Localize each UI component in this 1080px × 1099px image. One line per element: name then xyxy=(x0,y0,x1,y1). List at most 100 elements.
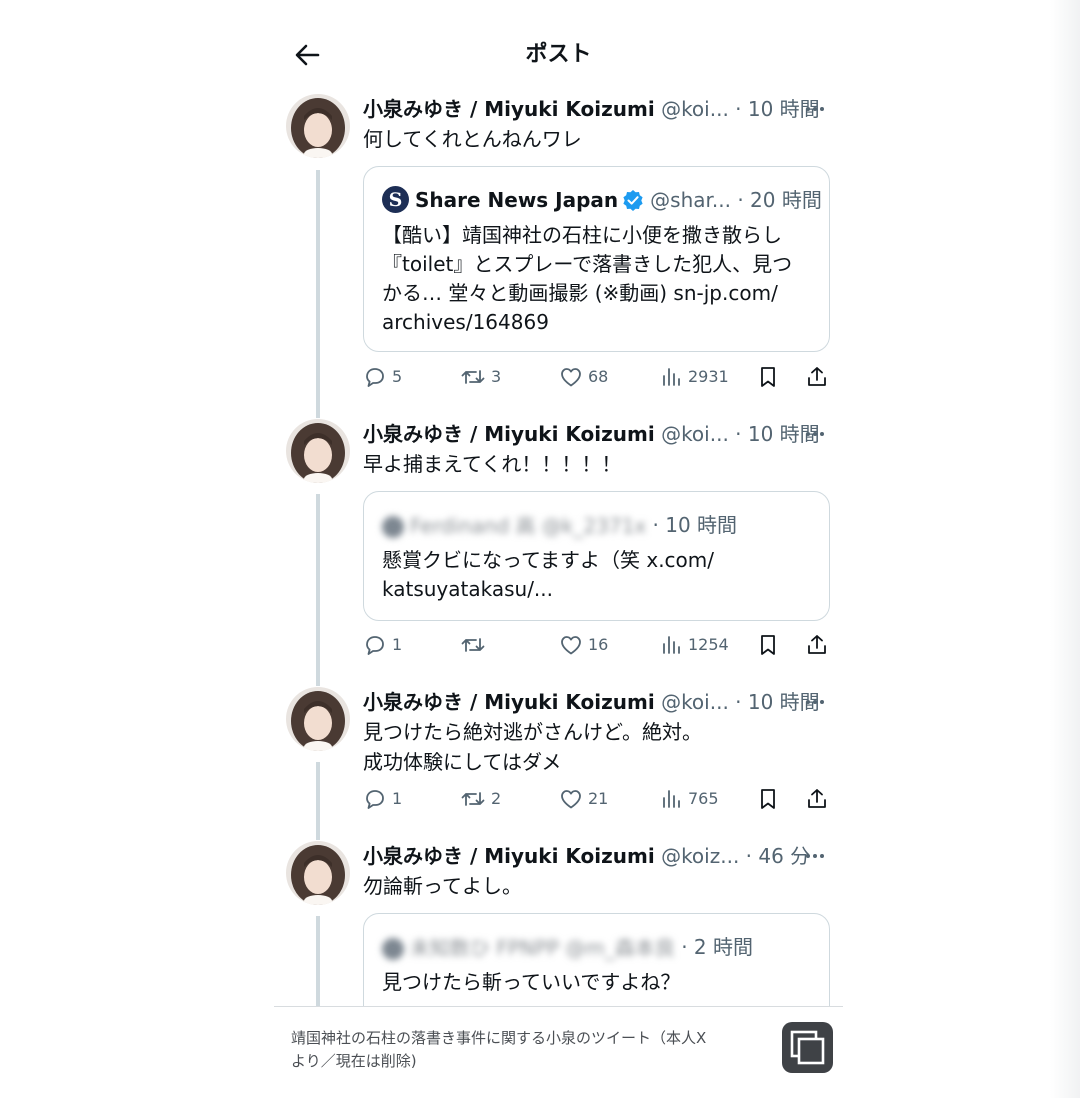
bookmark-icon xyxy=(761,366,775,387)
author-name[interactable]: 小泉みゆき / Miyuki Koizumi xyxy=(363,690,655,714)
author-name[interactable]: 小泉みゆき / Miyuki Koizumi xyxy=(363,844,655,868)
post[interactable]: 小泉みゆき / Miyuki Koizumi @koiz... · 46 分 勿… xyxy=(274,841,843,1006)
share-button[interactable] xyxy=(805,786,829,812)
more-icon[interactable] xyxy=(803,845,827,867)
reply-count: 1 xyxy=(392,635,403,654)
post-actions: 1 16 1254 xyxy=(363,632,829,658)
quoted-author-name: Share News Japan xyxy=(415,188,619,212)
quoted-post[interactable]: 未知数ひ FPNPP @m_森本良 · 2 時間 見つけたら斬っていいですよね？ xyxy=(363,913,830,1006)
repost-button[interactable]: 3 xyxy=(460,364,501,390)
more-icon[interactable] xyxy=(803,691,827,713)
author-handle[interactable]: @koi... xyxy=(661,690,729,714)
views-button[interactable]: 2931 xyxy=(659,364,729,390)
share-button[interactable] xyxy=(805,364,829,390)
reply-icon xyxy=(366,367,384,387)
like-icon xyxy=(561,789,581,808)
quoted-post[interactable]: Ferdinand 高 @k_2371x · 10 時間 懸賞クビになってますよ… xyxy=(363,491,830,621)
repost-icon xyxy=(461,791,485,806)
quoted-post-time: · 10 時間 xyxy=(652,513,738,537)
bookmark-button[interactable] xyxy=(756,364,780,390)
image-caption: 靖国神社の石柱の落書き事件に関する小泉のツイート（本人X より／現在は削除) xyxy=(291,1029,707,1070)
views-icon xyxy=(663,635,680,654)
like-count: 21 xyxy=(588,789,609,808)
quoted-post-text: 【酷い】靖国神社の石柱に小便を撒き散らし 『toilet』とスプレーで落書きした… xyxy=(382,223,793,334)
caption-bar: 靖国神社の石柱の落書き事件に関する小泉のツイート（本人X より／現在は削除) xyxy=(274,1006,843,1099)
post-text: 見つけたら絶対逃がさんけど。絶対。 成功体験にしてはダメ xyxy=(363,720,702,774)
post-header: 小泉みゆき / Miyuki Koizumi @koi... · 10 時間 xyxy=(363,94,831,124)
bookmark-button[interactable] xyxy=(756,632,780,658)
page-title: ポスト xyxy=(525,42,592,67)
like-count: 68 xyxy=(588,367,609,386)
share-icon xyxy=(808,788,826,808)
post[interactable]: 小泉みゆき / Miyuki Koizumi @koi... · 10 時間 見… xyxy=(274,687,843,817)
post[interactable]: 小泉みゆき / Miyuki Koizumi @koi... · 10 時間 早… xyxy=(274,419,843,669)
post-header: 小泉みゆき / Miyuki Koizumi @koiz... · 46 分 xyxy=(363,841,831,871)
view-count: 2931 xyxy=(688,367,729,386)
bookmark-icon xyxy=(761,788,775,809)
post-text: 勿論斬ってよし。 xyxy=(363,874,522,898)
share-icon xyxy=(808,634,826,654)
post-thread-column: ポスト 小泉みゆき / Miyuki Koizumi @koi... · 10 … xyxy=(274,0,843,1098)
author-handle[interactable]: @koi... xyxy=(661,97,729,121)
like-button[interactable]: 21 xyxy=(559,786,608,812)
quoted-post-header: Ferdinand 高 @k_2371x · 10 時間 xyxy=(382,510,815,540)
reply-count: 1 xyxy=(392,789,403,808)
copy-icon xyxy=(790,1030,825,1065)
like-icon xyxy=(561,635,581,654)
avatar[interactable] xyxy=(286,94,350,158)
avatar-image xyxy=(286,687,350,751)
quoted-author-blurred: 未知数ひ FPNPP @m_森本良 xyxy=(382,933,675,963)
like-button[interactable]: 16 xyxy=(559,632,608,658)
blurred-author-name: Ferdinand 高 @k_2371x xyxy=(410,513,647,538)
like-button[interactable]: 68 xyxy=(559,364,608,390)
share-button[interactable] xyxy=(805,632,829,658)
view-count: 765 xyxy=(688,789,719,808)
avatar[interactable] xyxy=(286,841,350,905)
quoted-post-time: · 2 時間 xyxy=(681,935,753,959)
author-name[interactable]: 小泉みゆき / Miyuki Koizumi xyxy=(363,97,655,121)
author-handle[interactable]: @koi... xyxy=(661,422,729,446)
reply-icon xyxy=(366,789,384,809)
like-count: 16 xyxy=(588,635,609,654)
quoted-post-header: 未知数ひ FPNPP @m_森本良 · 2 時間 xyxy=(382,932,815,962)
more-icon[interactable] xyxy=(803,423,827,445)
post[interactable]: 小泉みゆき / Miyuki Koizumi @koi... · 10 時間 何… xyxy=(274,94,843,404)
avatar-image xyxy=(286,841,350,905)
post-text: 何してくれとんねんワレ xyxy=(363,127,582,151)
reply-icon xyxy=(366,635,384,655)
copy-button[interactable] xyxy=(782,1022,833,1073)
post-actions: 5 3 68 2931 xyxy=(363,364,829,390)
verified-badge-icon xyxy=(623,189,643,211)
bookmark-button[interactable] xyxy=(756,786,780,812)
quoted-author-blurred: Ferdinand 高 @k_2371x xyxy=(382,511,646,541)
repost-icon xyxy=(461,369,485,384)
repost-count: 3 xyxy=(491,367,502,386)
like-icon xyxy=(561,367,581,386)
blurred-avatar xyxy=(382,516,404,538)
avatar[interactable] xyxy=(286,419,350,483)
repost-button[interactable]: 2 xyxy=(460,786,501,812)
reply-button[interactable]: 5 xyxy=(363,364,402,390)
views-button[interactable]: 765 xyxy=(659,786,719,812)
views-icon xyxy=(663,789,680,808)
author-handle[interactable]: @koiz... xyxy=(661,844,739,868)
views-button[interactable]: 1254 xyxy=(659,632,729,658)
post-actions: 1 2 21 765 xyxy=(363,786,829,812)
quoted-post[interactable]: S Share News Japan @shar... · 20 時間 【酷い】… xyxy=(363,166,830,352)
reply-button[interactable]: 1 xyxy=(363,786,402,812)
repost-button[interactable] xyxy=(460,632,491,658)
repost-icon xyxy=(461,637,485,652)
top-bar: ポスト xyxy=(274,18,843,90)
author-name[interactable]: 小泉みゆき / Miyuki Koizumi xyxy=(363,422,655,446)
view-count: 1254 xyxy=(688,635,729,654)
quoted-post-time: · 20 時間 xyxy=(737,188,822,212)
edge-shade xyxy=(1050,0,1080,1098)
post-time[interactable]: · 46 分 xyxy=(746,844,811,868)
post-header: 小泉みゆき / Miyuki Koizumi @koi... · 10 時間 xyxy=(363,419,831,449)
more-icon[interactable] xyxy=(803,98,827,120)
avatar[interactable] xyxy=(286,687,350,751)
share-icon xyxy=(808,366,826,386)
repost-count: 2 xyxy=(491,789,502,808)
reply-button[interactable]: 1 xyxy=(363,632,402,658)
svg-text:S: S xyxy=(389,189,403,211)
